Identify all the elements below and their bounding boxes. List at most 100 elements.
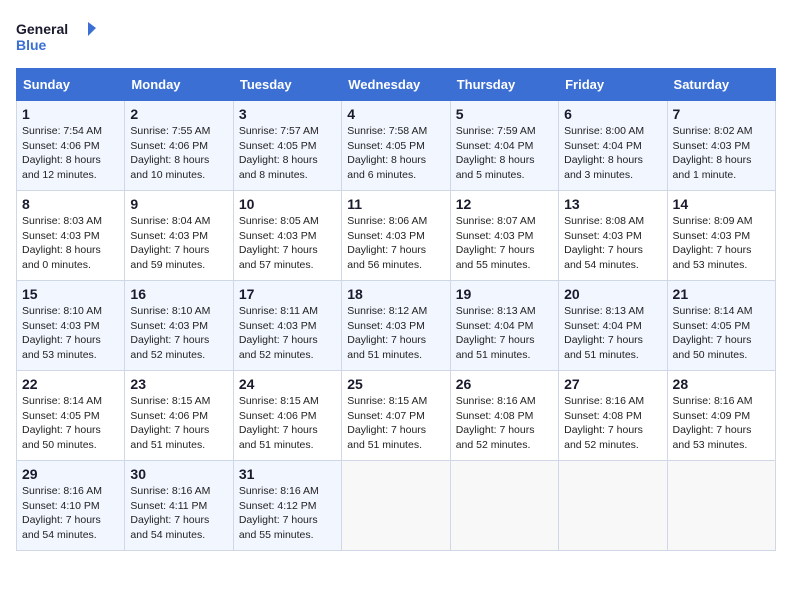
day-detail: Sunrise: 8:02 AMSunset: 4:03 PMDaylight:… <box>673 125 753 181</box>
day-detail: Sunrise: 8:10 AMSunset: 4:03 PMDaylight:… <box>22 305 102 361</box>
day-detail: Sunrise: 7:54 AMSunset: 4:06 PMDaylight:… <box>22 125 102 181</box>
calendar-cell: 23 Sunrise: 8:15 AMSunset: 4:06 PMDayligh… <box>125 371 233 461</box>
day-detail: Sunrise: 8:14 AMSunset: 4:05 PMDaylight:… <box>673 305 753 361</box>
day-number: 20 <box>564 286 661 302</box>
day-detail: Sunrise: 7:57 AMSunset: 4:05 PMDaylight:… <box>239 125 319 181</box>
calendar-cell: 28 Sunrise: 8:16 AMSunset: 4:09 PMDayligh… <box>667 371 775 461</box>
day-number: 12 <box>456 196 553 212</box>
day-detail: Sunrise: 8:13 AMSunset: 4:04 PMDaylight:… <box>456 305 536 361</box>
day-number: 10 <box>239 196 336 212</box>
day-detail: Sunrise: 8:04 AMSunset: 4:03 PMDaylight:… <box>130 215 210 271</box>
calendar-cell: 4Sunrise: 7:58 AMSunset: 4:05 PMDaylight… <box>342 101 450 191</box>
calendar-cell: 16 Sunrise: 8:10 AMSunset: 4:03 PMDayligh… <box>125 281 233 371</box>
calendar-cell: 19 Sunrise: 8:13 AMSunset: 4:04 PMDayligh… <box>450 281 558 371</box>
day-number: 16 <box>130 286 227 302</box>
weekday-header-row: SundayMondayTuesdayWednesdayThursdayFrid… <box>17 69 776 101</box>
weekday-header-wednesday: Wednesday <box>342 69 450 101</box>
calendar-cell: 11Sunrise: 8:06 AMSunset: 4:03 PMDayligh… <box>342 191 450 281</box>
calendar-cell: 5Sunrise: 7:59 AMSunset: 4:04 PMDaylight… <box>450 101 558 191</box>
day-detail: Sunrise: 8:13 AMSunset: 4:04 PMDaylight:… <box>564 305 644 361</box>
day-number: 21 <box>673 286 770 302</box>
day-detail: Sunrise: 8:15 AMSunset: 4:06 PMDaylight:… <box>130 395 210 451</box>
day-number: 1 <box>22 106 119 122</box>
weekday-header-sunday: Sunday <box>17 69 125 101</box>
page-header: General Blue <box>16 16 776 60</box>
day-number: 29 <box>22 466 119 482</box>
calendar-cell: 3 Sunrise: 7:57 AMSunset: 4:05 PMDaylight… <box>233 101 341 191</box>
day-number: 18 <box>347 286 444 302</box>
calendar-cell: 2 Sunrise: 7:55 AMSunset: 4:06 PMDaylight… <box>125 101 233 191</box>
weekday-header-monday: Monday <box>125 69 233 101</box>
day-detail: Sunrise: 8:14 AMSunset: 4:05 PMDaylight:… <box>22 395 102 451</box>
weekday-header-tuesday: Tuesday <box>233 69 341 101</box>
calendar-cell <box>667 461 775 551</box>
day-number: 27 <box>564 376 661 392</box>
day-detail: Sunrise: 8:16 AMSunset: 4:08 PMDaylight:… <box>456 395 536 451</box>
calendar-cell: 1 Sunrise: 7:54 AMSunset: 4:06 PMDaylight… <box>17 101 125 191</box>
day-number: 15 <box>22 286 119 302</box>
calendar-cell: 21 Sunrise: 8:14 AMSunset: 4:05 PMDayligh… <box>667 281 775 371</box>
calendar-cell: 7Sunrise: 8:02 AMSunset: 4:03 PMDaylight… <box>667 101 775 191</box>
calendar-cell: 12 Sunrise: 8:07 AMSunset: 4:03 PMDayligh… <box>450 191 558 281</box>
calendar-cell: 6 Sunrise: 8:00 AMSunset: 4:04 PMDaylight… <box>559 101 667 191</box>
week-row-5: 29 Sunrise: 8:16 AMSunset: 4:10 PMDayligh… <box>17 461 776 551</box>
day-number: 25 <box>347 376 444 392</box>
calendar-cell: 14 Sunrise: 8:09 AMSunset: 4:03 PMDayligh… <box>667 191 775 281</box>
day-number: 5 <box>456 106 553 122</box>
calendar-cell: 8Sunrise: 8:03 AMSunset: 4:03 PMDaylight… <box>17 191 125 281</box>
svg-text:Blue: Blue <box>16 37 47 53</box>
day-number: 23 <box>130 376 227 392</box>
calendar-cell: 13 Sunrise: 8:08 AMSunset: 4:03 PMDayligh… <box>559 191 667 281</box>
day-number: 30 <box>130 466 227 482</box>
day-number: 3 <box>239 106 336 122</box>
day-detail: Sunrise: 8:05 AMSunset: 4:03 PMDaylight:… <box>239 215 319 271</box>
weekday-header-friday: Friday <box>559 69 667 101</box>
calendar-cell: 18 Sunrise: 8:12 AMSunset: 4:03 PMDayligh… <box>342 281 450 371</box>
day-detail: Sunrise: 8:09 AMSunset: 4:03 PMDaylight:… <box>673 215 753 271</box>
day-number: 13 <box>564 196 661 212</box>
weekday-header-thursday: Thursday <box>450 69 558 101</box>
calendar-cell: 9 Sunrise: 8:04 AMSunset: 4:03 PMDaylight… <box>125 191 233 281</box>
logo: General Blue <box>16 16 96 60</box>
calendar-cell: 17 Sunrise: 8:11 AMSunset: 4:03 PMDayligh… <box>233 281 341 371</box>
day-detail: Sunrise: 8:00 AMSunset: 4:04 PMDaylight:… <box>564 125 644 181</box>
calendar-cell: 31Sunrise: 8:16 AMSunset: 4:12 PMDayligh… <box>233 461 341 551</box>
day-detail: Sunrise: 7:58 AMSunset: 4:05 PMDaylight:… <box>347 125 427 181</box>
day-detail: Sunrise: 8:11 AMSunset: 4:03 PMDaylight:… <box>239 305 318 361</box>
calendar-table: SundayMondayTuesdayWednesdayThursdayFrid… <box>16 68 776 551</box>
day-detail: Sunrise: 8:15 AMSunset: 4:07 PMDaylight:… <box>347 395 427 451</box>
day-detail: Sunrise: 8:06 AMSunset: 4:03 PMDaylight:… <box>347 215 427 271</box>
day-detail: Sunrise: 7:55 AMSunset: 4:06 PMDaylight:… <box>130 125 210 181</box>
calendar-cell: 25 Sunrise: 8:15 AMSunset: 4:07 PMDayligh… <box>342 371 450 461</box>
day-detail: Sunrise: 8:16 AMSunset: 4:09 PMDaylight:… <box>673 395 753 451</box>
calendar-cell: 20 Sunrise: 8:13 AMSunset: 4:04 PMDayligh… <box>559 281 667 371</box>
day-number: 8 <box>22 196 119 212</box>
day-number: 2 <box>130 106 227 122</box>
day-detail: Sunrise: 8:10 AMSunset: 4:03 PMDaylight:… <box>130 305 210 361</box>
calendar-cell <box>450 461 558 551</box>
day-number: 28 <box>673 376 770 392</box>
day-detail: Sunrise: 8:07 AMSunset: 4:03 PMDaylight:… <box>456 215 536 271</box>
calendar-cell: 22Sunrise: 8:14 AMSunset: 4:05 PMDayligh… <box>17 371 125 461</box>
day-detail: Sunrise: 8:08 AMSunset: 4:03 PMDaylight:… <box>564 215 644 271</box>
calendar-cell: 27 Sunrise: 8:16 AMSunset: 4:08 PMDayligh… <box>559 371 667 461</box>
day-detail: Sunrise: 8:16 AMSunset: 4:12 PMDaylight:… <box>239 485 319 541</box>
day-detail: Sunrise: 8:16 AMSunset: 4:10 PMDaylight:… <box>22 485 102 541</box>
weekday-header-saturday: Saturday <box>667 69 775 101</box>
day-detail: Sunrise: 8:16 AMSunset: 4:08 PMDaylight:… <box>564 395 644 451</box>
calendar-cell: 30Sunrise: 8:16 AMSunset: 4:11 PMDayligh… <box>125 461 233 551</box>
calendar-cell: 24Sunrise: 8:15 AMSunset: 4:06 PMDayligh… <box>233 371 341 461</box>
day-number: 9 <box>130 196 227 212</box>
day-detail: Sunrise: 8:12 AMSunset: 4:03 PMDaylight:… <box>347 305 427 361</box>
day-number: 14 <box>673 196 770 212</box>
calendar-cell: 15 Sunrise: 8:10 AMSunset: 4:03 PMDayligh… <box>17 281 125 371</box>
calendar-cell: 26Sunrise: 8:16 AMSunset: 4:08 PMDayligh… <box>450 371 558 461</box>
week-row-3: 15 Sunrise: 8:10 AMSunset: 4:03 PMDayligh… <box>17 281 776 371</box>
calendar-cell: 29 Sunrise: 8:16 AMSunset: 4:10 PMDayligh… <box>17 461 125 551</box>
day-number: 6 <box>564 106 661 122</box>
calendar-cell <box>342 461 450 551</box>
week-row-2: 8Sunrise: 8:03 AMSunset: 4:03 PMDaylight… <box>17 191 776 281</box>
day-number: 17 <box>239 286 336 302</box>
day-number: 19 <box>456 286 553 302</box>
calendar-cell: 10 Sunrise: 8:05 AMSunset: 4:03 PMDayligh… <box>233 191 341 281</box>
